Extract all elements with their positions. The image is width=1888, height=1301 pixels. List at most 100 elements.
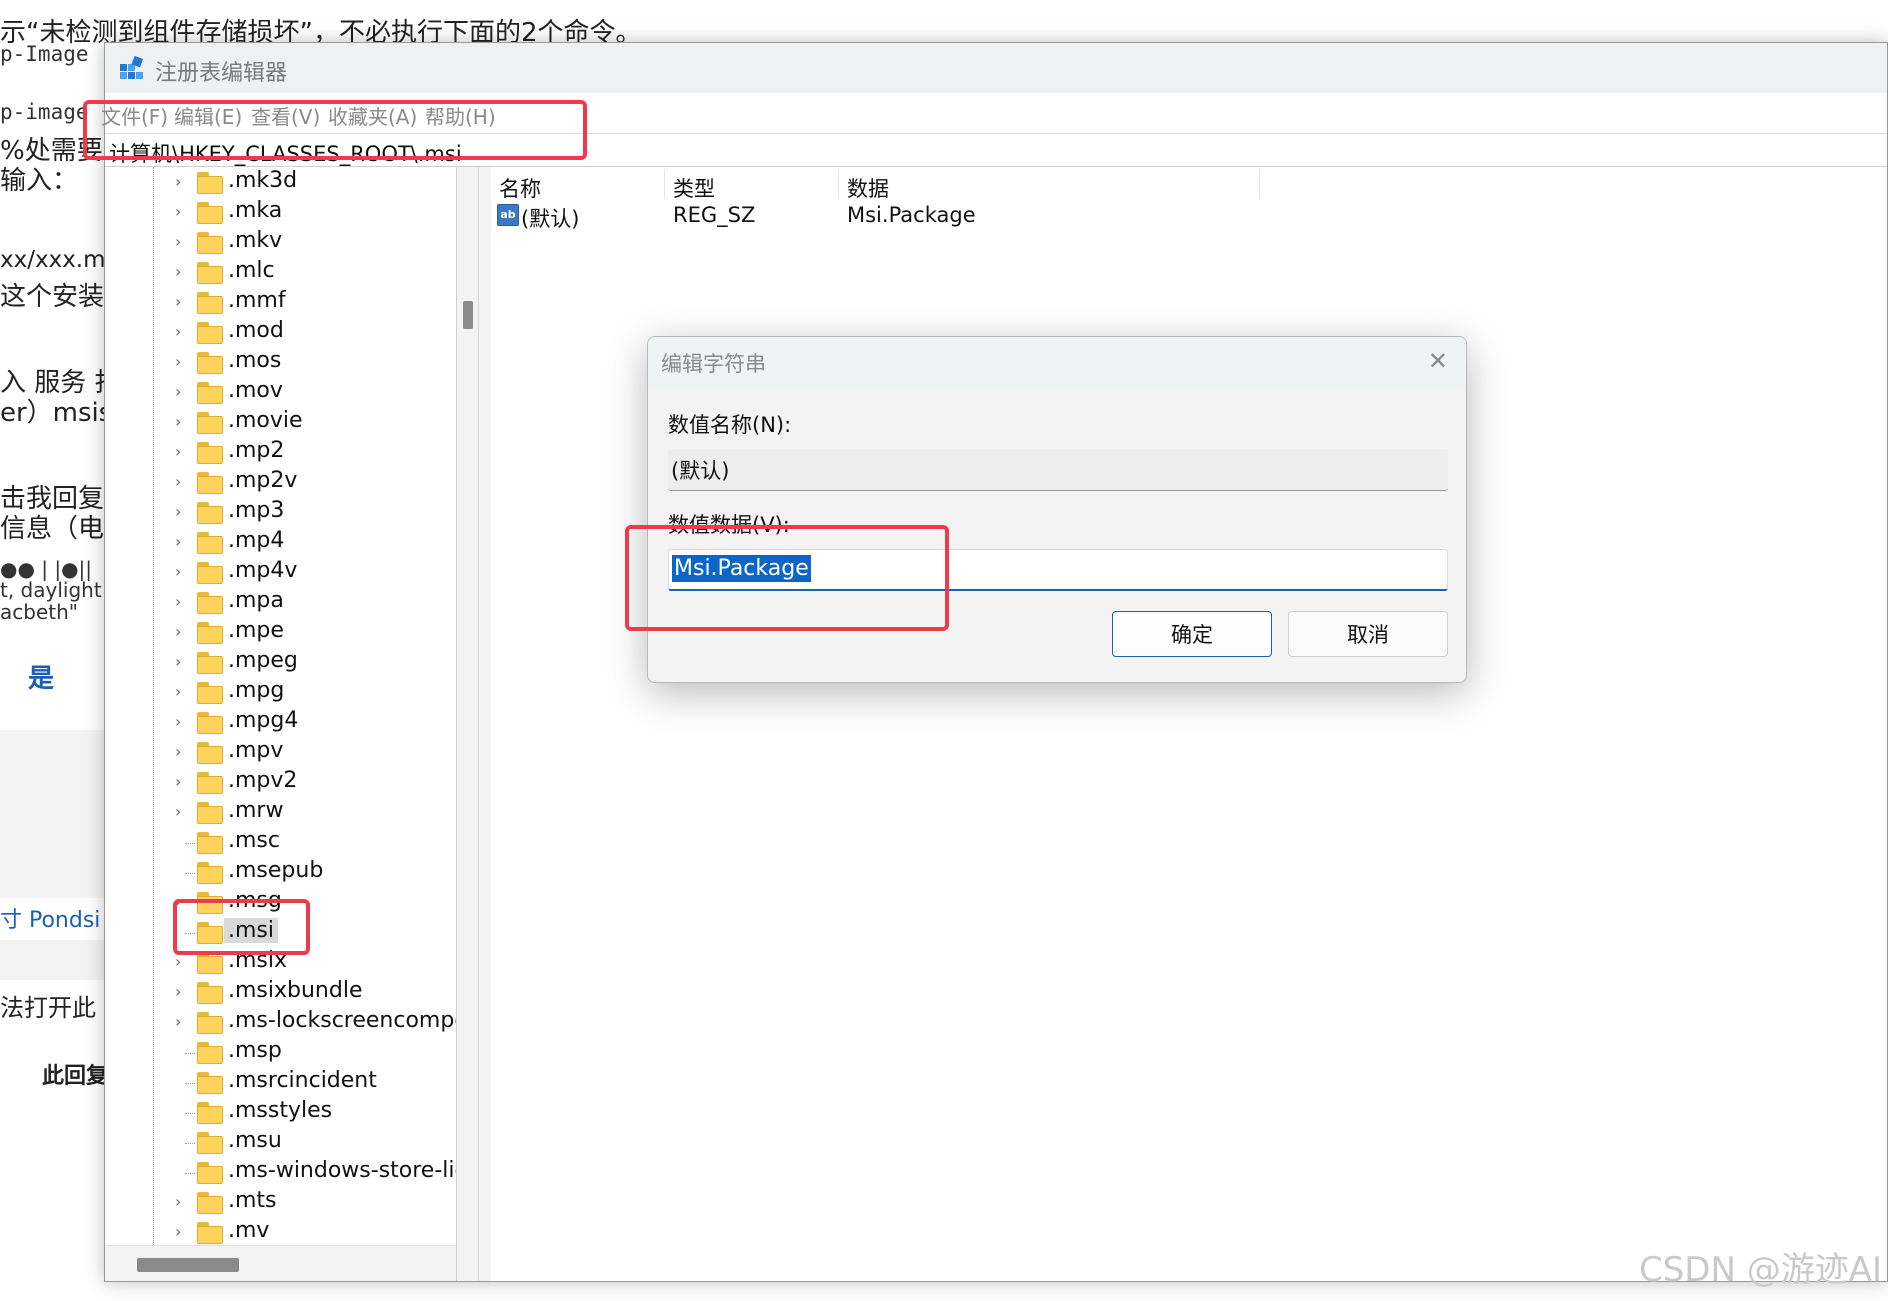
tree-item[interactable]: › .mod [105,318,456,348]
chevron-right-icon[interactable]: › [175,652,181,671]
chevron-right-icon[interactable]: › [175,562,181,581]
column-header-data[interactable]: 数据 [847,173,889,203]
chevron-right-icon[interactable]: › [175,232,181,251]
tree-item[interactable]: › .mp2 [105,438,456,468]
tree-item[interactable]: .ms-windows-store-lic [105,1158,456,1188]
chevron-right-icon[interactable]: › [175,322,181,341]
key-tree-pane[interactable]: › .mk3d › .mka › .mkv › .mlc › .mmf › .mod › .mos › .mo… [105,167,457,1281]
chevron-right-icon[interactable]: › [175,592,181,611]
chevron-right-icon[interactable]: › [175,262,181,281]
tree-item[interactable]: › .ms-lockscreencompor [105,1008,456,1038]
tree-item[interactable]: › .msg [105,888,456,918]
tree-item[interactable]: › .mpv [105,738,456,768]
ok-button[interactable]: 确定 [1112,611,1272,657]
tree-item[interactable]: › .mk3d [105,168,456,198]
value-data-text[interactable]: Msi.Package [672,555,811,582]
chevron-right-icon[interactable]: › [175,532,181,551]
menu-edit[interactable]: 编辑(E) [174,101,242,130]
tree-item[interactable]: › .mrw [105,798,456,828]
chevron-right-icon[interactable]: › [175,502,181,521]
tree-item[interactable]: › .mpa [105,588,456,618]
tree-item[interactable]: › .mmf [105,288,456,318]
tree-item[interactable]: › .mpeg [105,648,456,678]
tree-item[interactable]: .msrcincident [105,1068,456,1098]
address-path[interactable]: 计算机\HKEY_CLASSES_ROOT\.msi [109,138,462,168]
tree-item[interactable]: › .mos [105,348,456,378]
chevron-right-icon[interactable]: › [175,292,181,311]
tree-vertical-scrollbar[interactable] [457,167,479,1281]
dialog-title-bar[interactable]: 编辑字符串 ✕ [648,337,1466,389]
bg-text-line: t, daylight v [0,578,120,602]
column-separator[interactable] [838,169,839,199]
chevron-right-icon[interactable]: › [175,382,181,401]
bg-yes-link[interactable]: 是 [28,658,54,695]
tree-item[interactable]: › .mka [105,198,456,228]
column-header-type[interactable]: 类型 [673,173,715,203]
title-bar[interactable]: 注册表编辑器 [105,43,1887,93]
column-separator[interactable] [664,169,665,199]
tree-item[interactable]: › .mp2v [105,468,456,498]
tree-item[interactable]: › .mov [105,378,456,408]
chevron-right-icon[interactable]: › [175,472,181,491]
value-data: Msi.Package [847,203,976,227]
chevron-right-icon[interactable]: › [175,1192,181,1211]
tree-item-label: .mkv [228,228,283,253]
chevron-right-icon[interactable]: › [175,892,181,911]
chevron-right-icon[interactable]: › [175,622,181,641]
menu-favorites[interactable]: 收藏夹(A) [328,101,417,130]
value-data-field[interactable]: Msi.Package [668,549,1448,591]
chevron-right-icon[interactable]: › [175,412,181,431]
chevron-right-icon[interactable]: › [175,802,181,821]
chevron-right-icon[interactable]: › [175,742,181,761]
tree-item[interactable]: › .mp3 [105,498,456,528]
chevron-right-icon[interactable]: › [175,352,181,371]
folder-icon [197,742,223,764]
tree-item[interactable]: .msstyles [105,1098,456,1128]
menu-file[interactable]: 文件(F) [101,101,168,130]
column-header-name[interactable]: 名称 [499,173,541,203]
tree-item[interactable]: .msi [105,918,456,948]
chevron-right-icon[interactable]: › [175,1222,181,1241]
tree-item[interactable]: › .msix [105,948,456,978]
chevron-right-icon[interactable]: › [175,1012,181,1031]
tree-item-label: .msrcincident [228,1068,377,1093]
close-icon[interactable]: ✕ [1428,347,1448,375]
tree-item[interactable]: › .mpv2 [105,768,456,798]
vertical-scroll-thumb[interactable] [463,301,473,329]
tree-item[interactable]: › .mpg [105,678,456,708]
chevron-right-icon[interactable]: › [175,982,181,1001]
tree-item[interactable]: › .msixbundle [105,978,456,1008]
tree-item[interactable]: › .mpe [105,618,456,648]
values-pane[interactable]: 名称 类型 数据 ab (默认) REG_SZ Msi.Package [491,167,1887,1281]
column-separator[interactable] [1259,169,1260,199]
cancel-button[interactable]: 取消 [1288,611,1448,657]
chevron-right-icon[interactable]: › [175,952,181,971]
tree-item[interactable]: › .mp4v [105,558,456,588]
bg-code-line: p-image [0,100,89,124]
tree-item[interactable]: › .mlc [105,258,456,288]
tree-item[interactable]: › .mkv [105,228,456,258]
chevron-right-icon[interactable]: › [175,772,181,791]
tree-item[interactable]: .msc [105,828,456,858]
chevron-right-icon[interactable]: › [175,712,181,731]
tree-item[interactable]: › .mpg4 [105,708,456,738]
address-bar[interactable]: 计算机\HKEY_CLASSES_ROOT\.msi [105,133,1887,167]
horizontal-scroll-thumb[interactable] [137,1258,239,1272]
tree-item-label: .msc [228,828,280,853]
chevron-right-icon[interactable]: › [175,202,181,221]
tree-item[interactable]: › .movie [105,408,456,438]
tree-item[interactable]: › .mts [105,1188,456,1218]
value-row[interactable]: ab (默认) REG_SZ Msi.Package [491,201,1887,233]
tree-item[interactable]: .msp [105,1038,456,1068]
tree-horizontal-scrollbar[interactable] [105,1245,456,1281]
menu-view[interactable]: 查看(V) [251,101,320,130]
tree-item[interactable]: › .mv [105,1218,456,1248]
chevron-right-icon[interactable]: › [175,442,181,461]
bg-link-line[interactable]: 寸 Pondsi [0,902,100,934]
chevron-right-icon[interactable]: › [175,172,181,191]
tree-item[interactable]: .msepub [105,858,456,888]
tree-item[interactable]: › .mp4 [105,528,456,558]
menu-help[interactable]: 帮助(H) [425,101,496,130]
chevron-right-icon[interactable]: › [175,682,181,701]
tree-item[interactable]: .msu [105,1128,456,1158]
